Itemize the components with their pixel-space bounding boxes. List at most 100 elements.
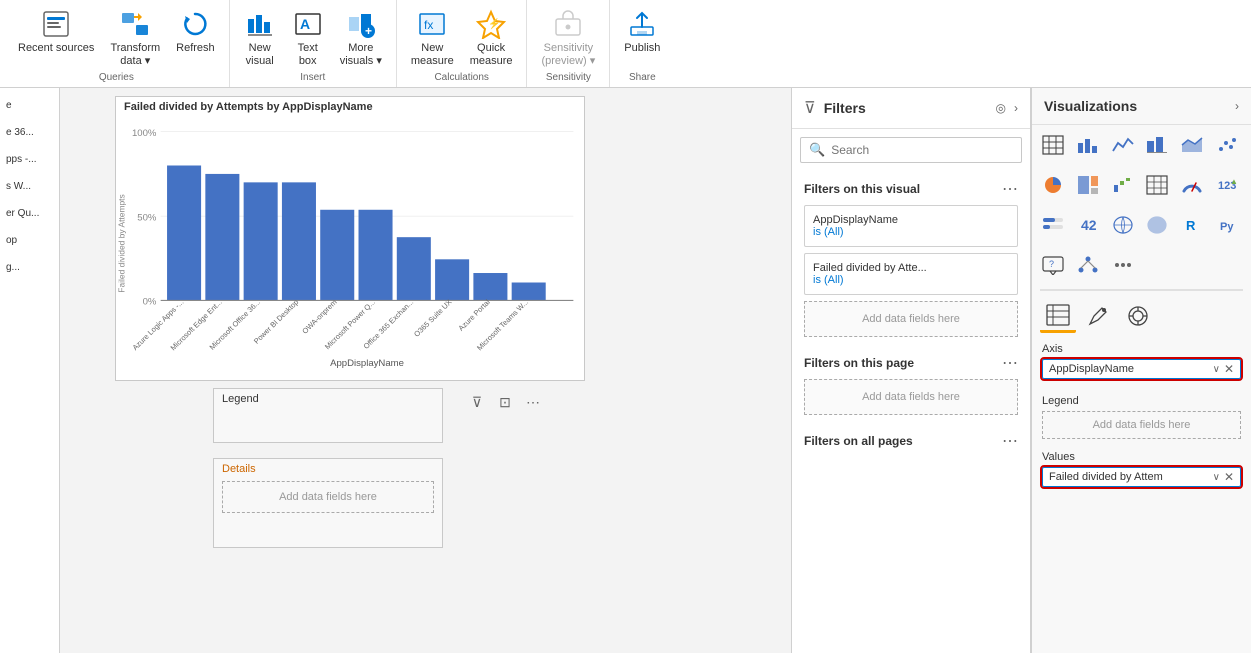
svg-text:R: R <box>1186 218 1196 233</box>
viz-icon-area[interactable] <box>1177 131 1207 159</box>
filter-toolbar-icon[interactable]: ⊽ <box>465 390 489 414</box>
axis-field-chevron[interactable]: ∨ <box>1213 364 1220 375</box>
legend-add-fields[interactable]: Add data fields here <box>1042 411 1241 439</box>
filter-failed-title: Failed divided by Atte... <box>813 262 1009 274</box>
axis-field-close[interactable]: ✕ <box>1224 362 1234 376</box>
viz-analytics-tab[interactable] <box>1120 299 1156 333</box>
viz-icon-kpi[interactable]: 123▲ <box>1212 171 1242 199</box>
publish-label: Publish <box>624 42 660 55</box>
viz-icon-python[interactable]: Py <box>1212 211 1242 239</box>
filter-refresh-icon[interactable]: ◎ <box>996 101 1006 115</box>
filters-on-visual-add[interactable]: Add data fields here <box>804 301 1018 337</box>
recent-sources-button[interactable]: Recent sources <box>12 4 100 59</box>
values-field-tag[interactable]: Failed divided by Attem ∨ ✕ <box>1042 467 1241 487</box>
sidebar-item-1[interactable]: e <box>4 96 55 115</box>
viz-icon-r-visual[interactable]: R <box>1177 211 1207 239</box>
quick-measure-button[interactable]: ⚡ Quickmeasure <box>464 4 519 72</box>
ribbon: Recent sources Transformdata ▾ Refresh Q… <box>0 0 1251 88</box>
viz-icons-grid <box>1032 125 1251 165</box>
viz-icon-gauge[interactable] <box>1177 171 1207 199</box>
filter-expand-icon[interactable]: › <box>1014 101 1018 115</box>
sidebar-item-7[interactable]: g... <box>4 258 55 277</box>
filter-card-failed[interactable]: Failed divided by Atte... is (All) <box>804 253 1018 295</box>
viz-icon-slicer[interactable] <box>1038 211 1068 239</box>
new-measure-button[interactable]: fx Newmeasure <box>405 4 460 72</box>
filters-header-icons: ◎ › <box>996 101 1018 115</box>
viz-fields-tab[interactable] <box>1040 299 1076 333</box>
filters-on-page-add[interactable]: Add data fields here <box>804 379 1018 415</box>
filters-on-page-header: Filters on this page ⋯ <box>804 353 1018 373</box>
sidebar-item-2[interactable]: e 36... <box>4 123 55 142</box>
filters-on-visual-more[interactable]: ⋯ <box>1002 179 1018 199</box>
transform-data-label: Transformdata ▾ <box>110 42 160 68</box>
viz-icon-map[interactable] <box>1108 211 1138 239</box>
left-sidebar: e e 36... pps -... s W... er Qu... op g.… <box>0 88 60 653</box>
viz-icons-grid-2: 123▲ <box>1032 165 1251 205</box>
filter-card-appdisplayname[interactable]: AppDisplayName is (All) <box>804 205 1018 247</box>
filters-search-box: 🔍 <box>800 137 1022 163</box>
viz-expand-icon[interactable]: › <box>1235 99 1239 113</box>
filters-search-input[interactable] <box>831 143 1013 157</box>
viz-icon-treemap[interactable] <box>1073 171 1103 199</box>
viz-icon-table[interactable] <box>1038 131 1068 159</box>
viz-icon-decomp[interactable] <box>1073 251 1103 279</box>
sensitivity-button[interactable]: Sensitivity(preview) ▾ <box>535 4 601 72</box>
viz-icon-scatter[interactable] <box>1212 131 1242 159</box>
sidebar-item-5[interactable]: er Qu... <box>4 204 55 223</box>
publish-button[interactable]: Publish <box>618 4 666 59</box>
filters-panel: ⊽ Filters ◎ › 🔍 Filters on this visual ⋯… <box>791 88 1031 653</box>
ribbon-group-calculations: fx Newmeasure ⚡ Quickmeasure Calculation… <box>397 0 528 87</box>
text-box-button[interactable]: A Textbox <box>286 4 330 72</box>
viz-icon-column[interactable] <box>1142 131 1172 159</box>
new-visual-icon <box>244 8 276 40</box>
svg-text:+: + <box>365 24 372 38</box>
chart-title: Failed divided by Attempts by AppDisplay… <box>116 97 584 117</box>
sensitivity-label: Sensitivity(preview) ▾ <box>541 42 595 68</box>
viz-format-tab[interactable] <box>1080 299 1116 333</box>
viz-icon-filled-map[interactable] <box>1142 211 1172 239</box>
focus-icon[interactable]: ⊡ <box>493 390 517 414</box>
more-visuals-button[interactable]: + Morevisuals ▾ <box>334 4 388 72</box>
queries-group-label: Queries <box>99 72 134 87</box>
sidebar-item-3[interactable]: pps -... <box>4 150 55 169</box>
svg-text:▲: ▲ <box>1230 177 1238 186</box>
viz-bottom-tabs <box>1032 295 1251 337</box>
more-visuals-icon: + <box>345 8 377 40</box>
chart-visual[interactable]: Failed divided by Attempts by AppDisplay… <box>115 96 585 381</box>
viz-icon-card[interactable]: 42 <box>1073 211 1103 239</box>
viz-panel-title: Visualizations <box>1044 98 1231 114</box>
filters-on-page-more[interactable]: ⋯ <box>1002 353 1018 373</box>
viz-icon-pie[interactable] <box>1038 171 1068 199</box>
axis-field-tag[interactable]: AppDisplayName ∨ ✕ <box>1042 359 1241 379</box>
main-area: e e 36... pps -... s W... er Qu... op g.… <box>0 88 1251 653</box>
svg-text:⚡: ⚡ <box>488 17 500 30</box>
refresh-button[interactable]: Refresh <box>170 4 221 59</box>
more-options-icon[interactable]: ⋯ <box>521 390 545 414</box>
svg-text:Failed divided by Attempts: Failed divided by Attempts <box>116 194 126 292</box>
visual-toolbar: ⊽ ⊡ ⋯ <box>465 390 545 414</box>
recent-sources-label: Recent sources <box>18 42 94 55</box>
svg-text:0%: 0% <box>143 297 157 308</box>
viz-icon-bar[interactable] <box>1073 131 1103 159</box>
publish-icon <box>626 8 658 40</box>
viz-icon-line[interactable] <box>1108 131 1138 159</box>
axis-label: Axis <box>1042 343 1241 355</box>
viz-icons-grid-4: ? <box>1032 245 1251 285</box>
viz-icon-qa[interactable]: ? <box>1038 251 1068 279</box>
sidebar-item-6[interactable]: op <box>4 231 55 250</box>
values-field-chevron[interactable]: ∨ <box>1213 472 1220 483</box>
ribbon-group-queries: Recent sources Transformdata ▾ Refresh Q… <box>4 0 230 87</box>
search-icon: 🔍 <box>809 142 825 158</box>
viz-icon-matrix[interactable] <box>1142 171 1172 199</box>
filters-all-pages-header: Filters on all pages ⋯ <box>804 431 1018 451</box>
values-field-close[interactable]: ✕ <box>1224 470 1234 484</box>
new-visual-button[interactable]: Newvisual <box>238 4 282 72</box>
viz-icon-waterfall[interactable] <box>1108 171 1138 199</box>
filters-all-pages-more[interactable]: ⋯ <box>1002 431 1018 451</box>
filter-failed-value: is (All) <box>813 274 1009 286</box>
details-add-fields[interactable]: Add data fields here <box>222 481 434 513</box>
transform-data-button[interactable]: Transformdata ▾ <box>104 4 166 72</box>
filters-title: Filters <box>824 100 988 116</box>
viz-icon-more[interactable] <box>1108 251 1138 279</box>
sidebar-item-4[interactable]: s W... <box>4 177 55 196</box>
